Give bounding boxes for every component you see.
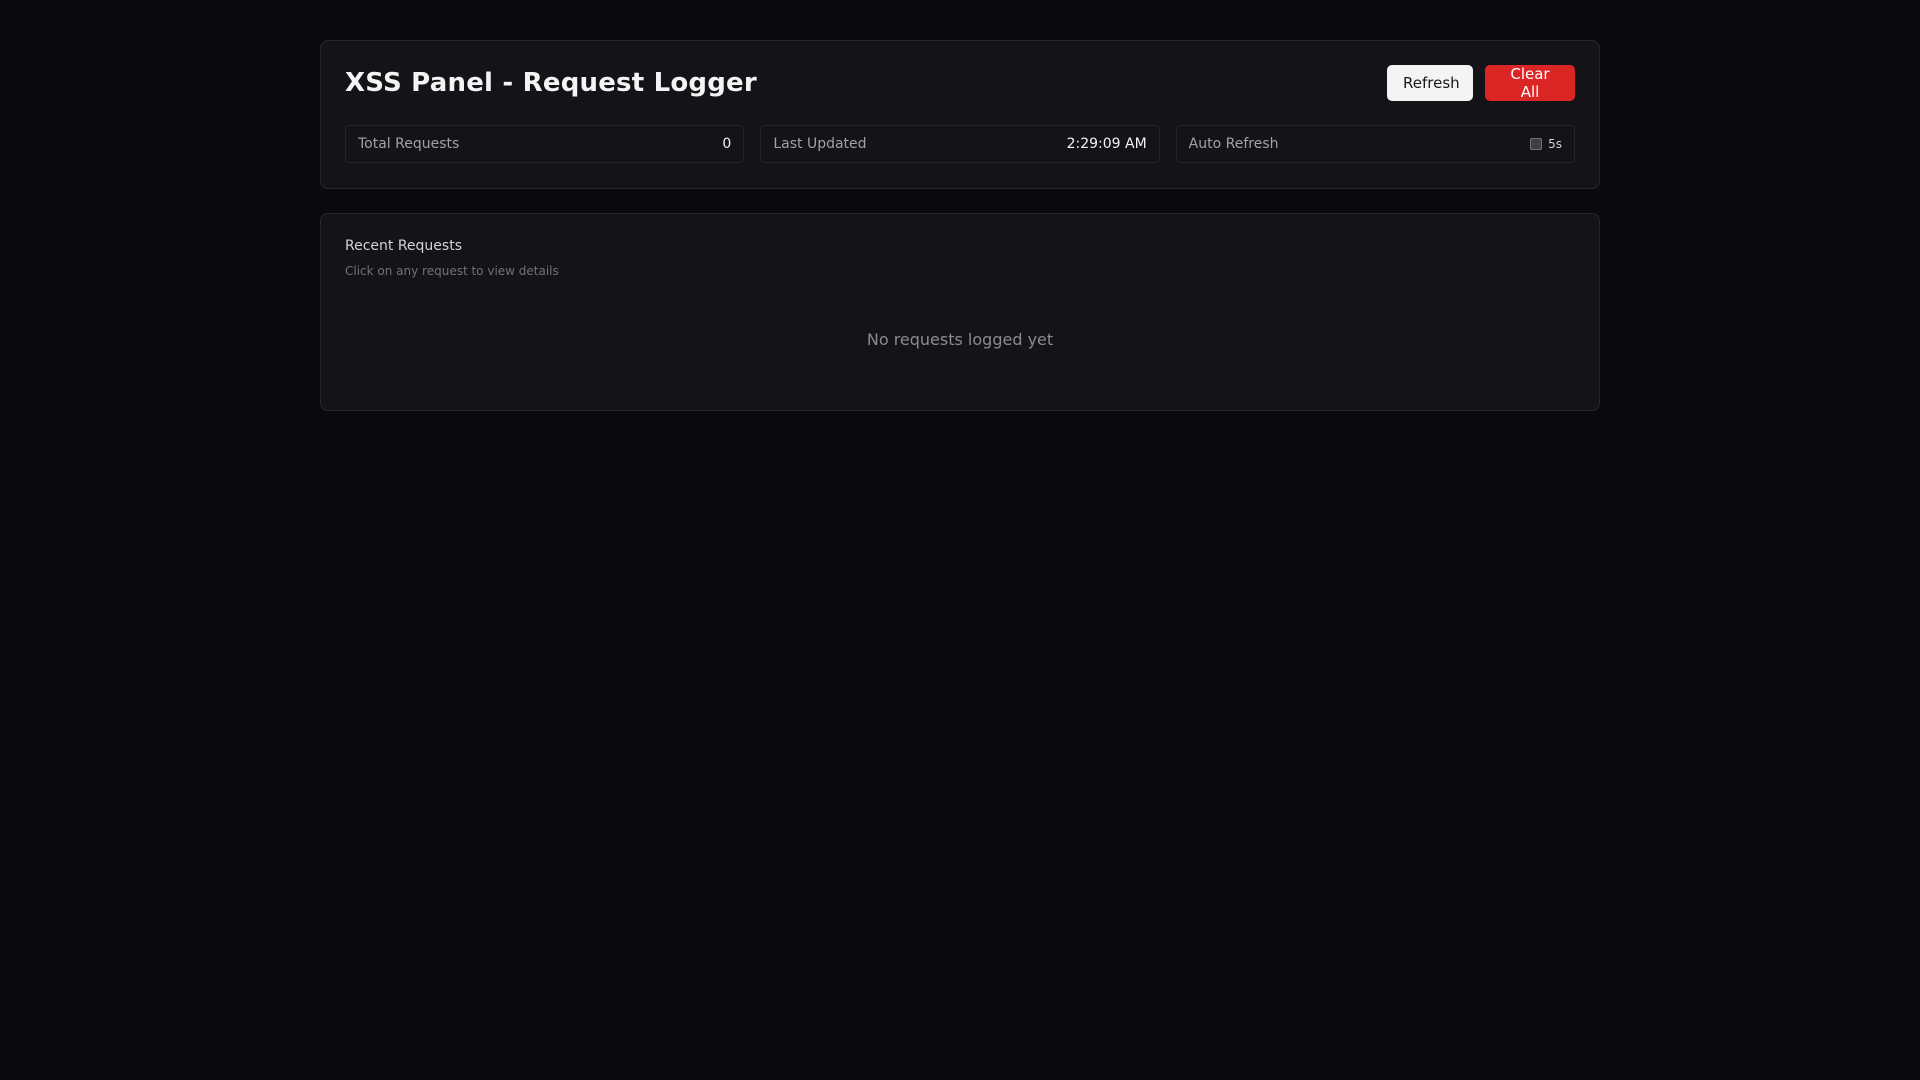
main-container: XSS Panel - Request Logger Refresh Clear… (320, 40, 1600, 411)
clear-all-button[interactable]: Clear All (1485, 65, 1575, 101)
auto-refresh-interval: 5s (1548, 137, 1562, 151)
stat-auto-label: Auto Refresh (1188, 136, 1279, 152)
stat-total-label: Total Requests (358, 136, 460, 152)
page-title: XSS Panel - Request Logger (345, 68, 757, 98)
refresh-button[interactable]: Refresh (1387, 65, 1473, 101)
requests-card: Recent Requests Click on any request to … (320, 213, 1600, 411)
auto-refresh-toggle[interactable]: 5s (1530, 137, 1562, 151)
stat-total-requests: Total Requests 0 (345, 125, 745, 163)
stat-updated-label: Last Updated (773, 136, 867, 152)
stat-total-value: 0 (722, 136, 732, 152)
stat-last-updated: Last Updated 2:29:09 AM (760, 125, 1160, 163)
header-card: XSS Panel - Request Logger Refresh Clear… (320, 40, 1600, 189)
stat-updated-value: 2:29:09 AM (1066, 136, 1147, 152)
section-title: Recent Requests (345, 238, 462, 254)
section-subtitle: Click on any request to view details (345, 264, 559, 278)
header-actions: Refresh Clear All (1387, 65, 1575, 101)
stat-auto-refresh: Auto Refresh 5s (1175, 125, 1575, 163)
empty-state-message: No requests logged yet (866, 330, 1054, 349)
header-row: XSS Panel - Request Logger Refresh Clear… (345, 65, 1575, 101)
auto-refresh-checkbox[interactable] (1530, 138, 1543, 150)
stats-row: Total Requests 0 Last Updated 2:29:09 AM… (345, 125, 1575, 163)
